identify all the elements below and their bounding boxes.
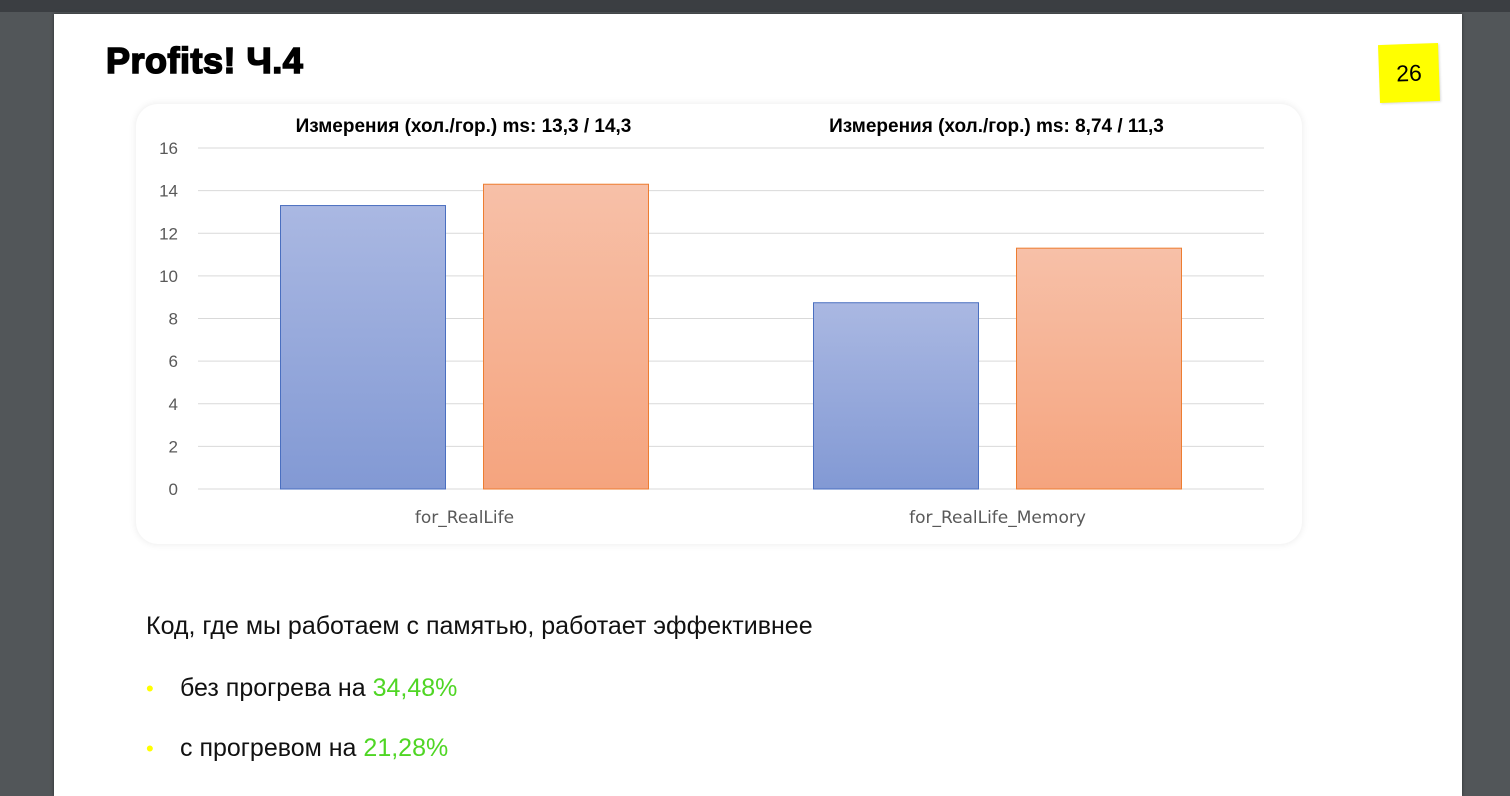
bullet-item-cold: • без прогрева на 34,48% bbox=[146, 674, 457, 703]
summary-text: Код, где мы работаем с памятью, работает… bbox=[146, 612, 813, 640]
y-tick-label: 16 bbox=[159, 139, 178, 158]
x-category-label: for_RealLife_Memory bbox=[909, 508, 1086, 528]
bar bbox=[813, 302, 979, 490]
chart-card: 0 2 4 6 8 10 12 14 16 for_RealLife Измерения (хол.… bbox=[136, 104, 1302, 544]
bar-chart: 0 2 4 6 8 10 12 14 16 for_RealLife Измерения (хол.… bbox=[159, 116, 1264, 528]
slide: Profits! Ч.4 26 0 2 4 6 8 10 12 14 16 for_RealLif… bbox=[54, 14, 1462, 796]
bullet-highlight: 21,28% bbox=[363, 734, 449, 762]
bullet-text: с прогревом на bbox=[180, 734, 364, 762]
y-tick-label: 0 bbox=[169, 480, 178, 499]
bullet-item-warm: • с прогревом на 21,28% bbox=[146, 734, 448, 763]
measurement-annotation: Измерения (хол./гор.) ms: 13,3 / 14,3 bbox=[296, 116, 632, 137]
bullet-text: без прогрева на bbox=[180, 674, 373, 702]
bar bbox=[483, 183, 649, 490]
y-tick-label: 6 bbox=[169, 352, 178, 371]
page-number-badge: 26 bbox=[1378, 42, 1440, 104]
bullet-marker: • bbox=[146, 736, 154, 761]
bullet-marker: • bbox=[146, 676, 154, 701]
measurement-annotation: Измерения (хол./гор.) ms: 8,74 / 11,3 bbox=[829, 116, 1164, 137]
page-number: 26 bbox=[1395, 59, 1423, 86]
bar bbox=[1016, 247, 1182, 490]
bullet-highlight: 34,48% bbox=[372, 674, 458, 702]
slide-title: Profits! Ч.4 bbox=[105, 39, 304, 82]
x-category-label: for_RealLife bbox=[415, 508, 514, 528]
y-tick-label: 8 bbox=[169, 310, 178, 329]
bar bbox=[280, 205, 446, 490]
y-tick-label: 14 bbox=[159, 182, 178, 201]
y-tick-label: 10 bbox=[159, 267, 178, 286]
y-tick-label: 4 bbox=[169, 395, 178, 414]
viewer-toolbar bbox=[0, 0, 1510, 12]
y-tick-label: 12 bbox=[159, 224, 178, 243]
y-tick-label: 2 bbox=[169, 437, 178, 456]
